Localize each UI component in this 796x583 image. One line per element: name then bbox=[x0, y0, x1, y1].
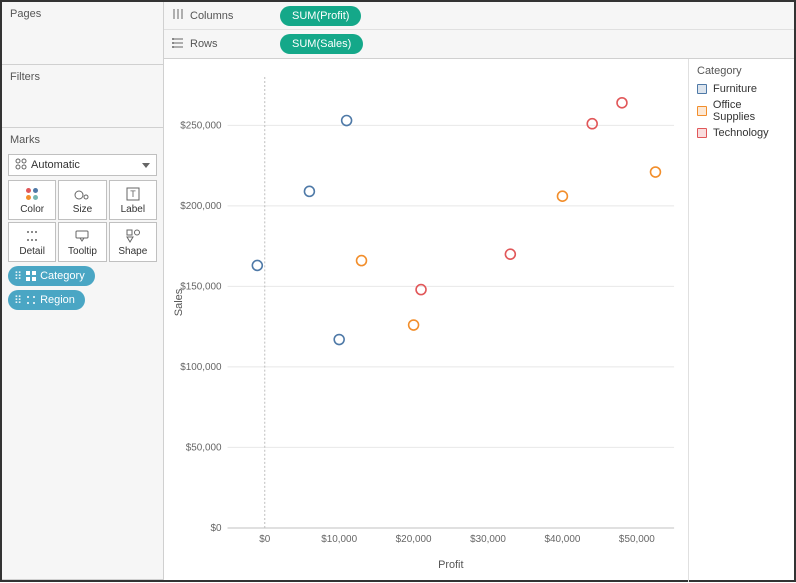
data-point[interactable] bbox=[334, 335, 344, 345]
shape-icon bbox=[126, 228, 140, 244]
mark-btn-label: Detail bbox=[19, 246, 45, 257]
columns-pill[interactable]: SUM(Profit) bbox=[280, 6, 361, 26]
svg-text:$30,000: $30,000 bbox=[470, 534, 506, 545]
svg-text:$20,000: $20,000 bbox=[396, 534, 432, 545]
marks-detail-button[interactable]: Detail bbox=[8, 222, 56, 262]
pill-label: Region bbox=[40, 294, 75, 306]
marks-type-dropdown[interactable]: Automatic bbox=[8, 154, 157, 176]
mark-btn-label: Size bbox=[73, 204, 92, 215]
data-point[interactable] bbox=[587, 119, 597, 129]
color-icon bbox=[26, 271, 36, 281]
pill-label: Category bbox=[40, 270, 85, 282]
chevron-down-icon bbox=[142, 163, 150, 168]
columns-label: Columns bbox=[190, 10, 233, 22]
legend-item-technology[interactable]: Technology bbox=[697, 125, 786, 141]
marks-size-button[interactable]: Size bbox=[58, 180, 106, 220]
rows-shelf[interactable]: Rows SUM(Sales) bbox=[164, 30, 794, 58]
rows-pill[interactable]: SUM(Sales) bbox=[280, 34, 363, 54]
mark-btn-label: Label bbox=[121, 204, 145, 215]
svg-text:T: T bbox=[130, 189, 136, 199]
data-point[interactable] bbox=[304, 186, 314, 196]
columns-shelf[interactable]: Columns SUM(Profit) bbox=[164, 2, 794, 30]
svg-text:$100,000: $100,000 bbox=[180, 362, 222, 373]
detail-icon bbox=[26, 295, 36, 305]
svg-text:$0: $0 bbox=[259, 534, 270, 545]
marks-pill-category[interactable]: ⠿ Category bbox=[8, 266, 95, 286]
pages-card-title: Pages bbox=[2, 2, 163, 24]
legend-swatch bbox=[697, 128, 707, 138]
mark-btn-label: Color bbox=[20, 204, 44, 215]
marks-label-button[interactable]: T Label bbox=[109, 180, 157, 220]
svg-text:Sales: Sales bbox=[173, 288, 185, 316]
marks-color-button[interactable]: Color bbox=[8, 180, 56, 220]
mark-btn-label: Tooltip bbox=[68, 246, 97, 257]
svg-text:$0: $0 bbox=[211, 523, 222, 534]
data-point[interactable] bbox=[342, 115, 352, 125]
legend-item-label: Furniture bbox=[713, 83, 757, 95]
automatic-icon bbox=[15, 158, 27, 173]
svg-text:$40,000: $40,000 bbox=[545, 534, 581, 545]
filters-card-title: Filters bbox=[2, 65, 163, 87]
svg-text:$50,000: $50,000 bbox=[186, 442, 222, 453]
marks-tooltip-button[interactable]: Tooltip bbox=[58, 222, 106, 262]
marks-pill-region[interactable]: ⠿ Region bbox=[8, 290, 85, 310]
data-point[interactable] bbox=[557, 191, 567, 201]
legend-swatch bbox=[697, 84, 707, 94]
filters-shelf[interactable] bbox=[2, 87, 163, 127]
mark-btn-label: Shape bbox=[118, 246, 147, 257]
color-legend[interactable]: Category Furniture Office Supplies Technol… bbox=[688, 59, 794, 582]
legend-item-furniture[interactable]: Furniture bbox=[697, 81, 786, 97]
data-point[interactable] bbox=[617, 98, 627, 108]
size-icon bbox=[74, 186, 90, 202]
tooltip-icon bbox=[75, 228, 89, 244]
legend-item-label: Technology bbox=[713, 127, 769, 139]
data-point[interactable] bbox=[252, 260, 262, 270]
svg-text:$10,000: $10,000 bbox=[321, 534, 357, 545]
data-point[interactable] bbox=[505, 249, 515, 259]
detail-icon bbox=[26, 228, 38, 244]
data-point[interactable] bbox=[409, 320, 419, 330]
data-point[interactable] bbox=[357, 256, 367, 266]
label-icon: T bbox=[126, 186, 140, 202]
svg-text:Profit: Profit bbox=[438, 559, 463, 571]
grip-icon: ⠿ bbox=[14, 270, 22, 283]
color-icon bbox=[26, 186, 38, 202]
svg-text:$200,000: $200,000 bbox=[180, 201, 222, 212]
data-point[interactable] bbox=[651, 167, 661, 177]
legend-item-office-supplies[interactable]: Office Supplies bbox=[697, 97, 786, 125]
grip-icon: ⠿ bbox=[14, 294, 22, 307]
svg-text:$50,000: $50,000 bbox=[619, 534, 655, 545]
rows-icon bbox=[172, 37, 184, 52]
columns-icon bbox=[172, 8, 184, 23]
pages-shelf[interactable] bbox=[2, 24, 163, 64]
rows-label: Rows bbox=[190, 38, 218, 50]
marks-shape-button[interactable]: Shape bbox=[109, 222, 157, 262]
legend-title: Category bbox=[697, 65, 786, 77]
chart-view[interactable]: $0 $50,000 $100,000 $150,000 $200,000 $250,00… bbox=[164, 59, 688, 582]
svg-text:$150,000: $150,000 bbox=[180, 281, 222, 292]
svg-text:$250,000: $250,000 bbox=[180, 120, 222, 131]
legend-item-label: Office Supplies bbox=[713, 99, 786, 123]
legend-swatch bbox=[697, 106, 707, 116]
marks-card-title: Marks bbox=[2, 128, 163, 150]
marks-type-label: Automatic bbox=[31, 159, 80, 171]
